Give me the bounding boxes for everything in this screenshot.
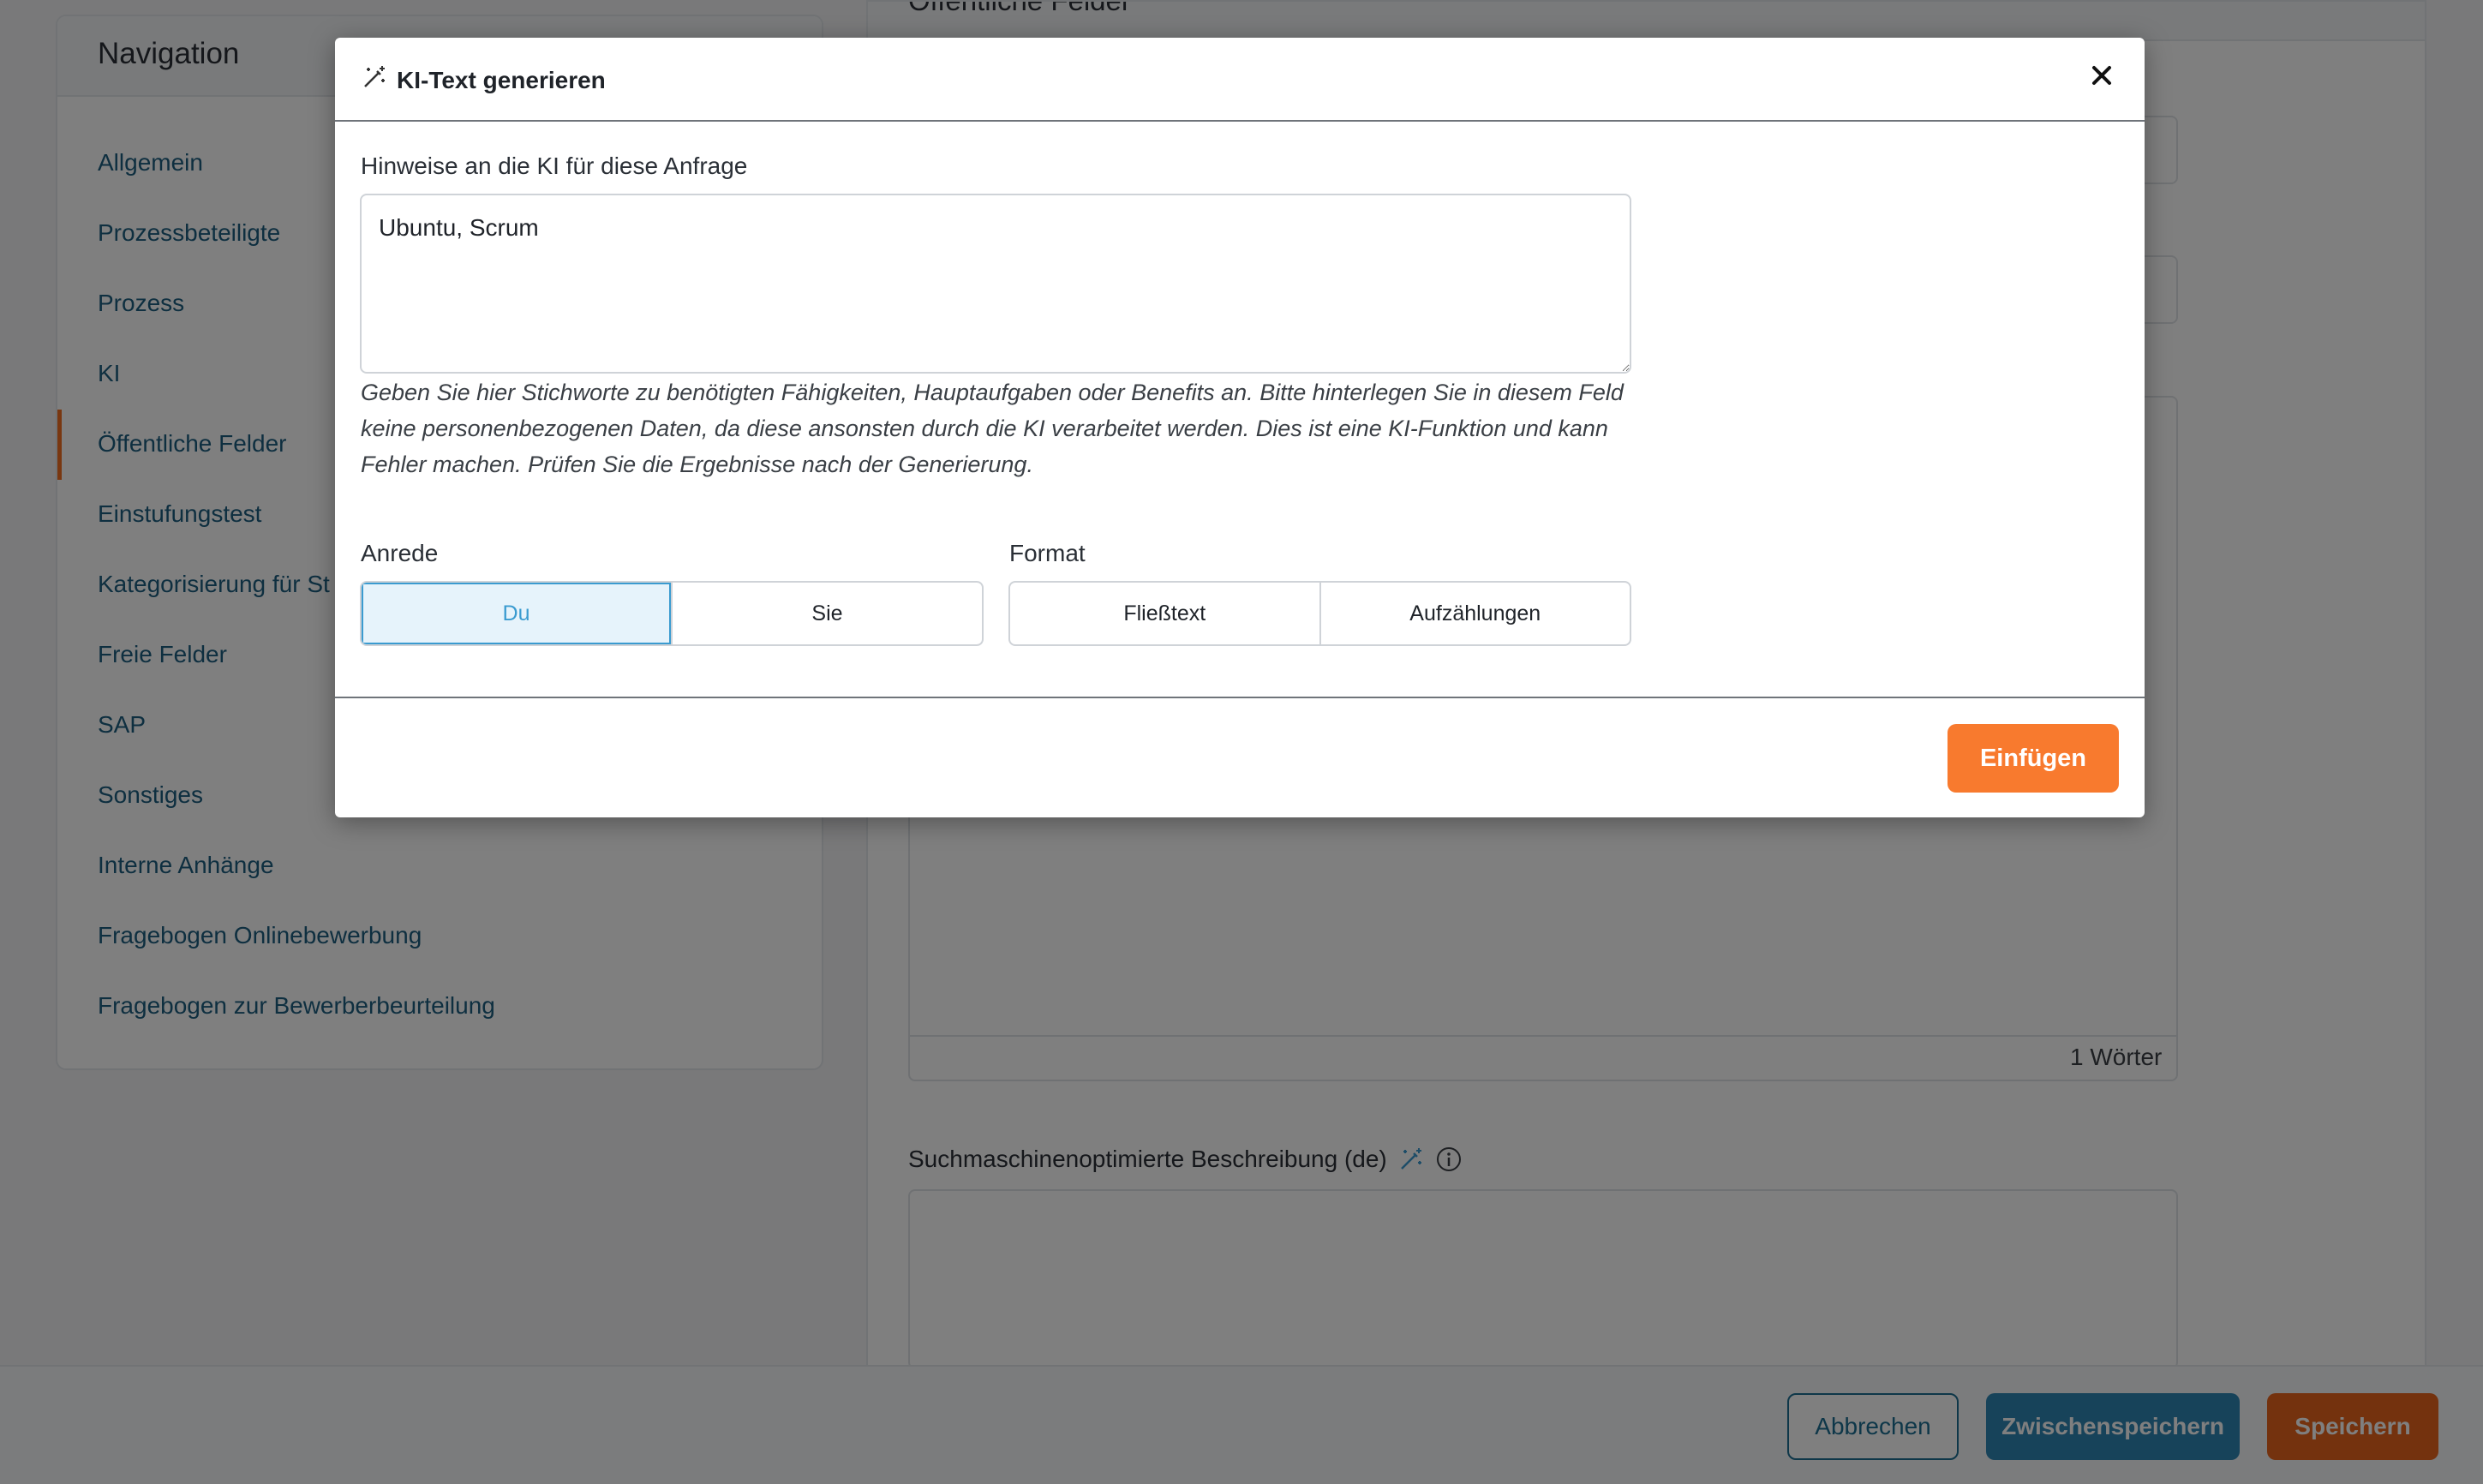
format-option-aufzaehlungen[interactable]: Aufzählungen: [1319, 583, 1630, 644]
salutation-toggle: Du Sie: [360, 581, 984, 646]
modal-title: KI-Text generieren: [361, 63, 606, 97]
salutation-option-du[interactable]: Du: [362, 583, 671, 644]
insert-button[interactable]: Einfügen: [1948, 724, 2119, 793]
ai-text-modal: KI-Text generieren Hinweise an die KI fü…: [335, 38, 2145, 817]
close-icon[interactable]: [2085, 58, 2119, 93]
salutation-label: Anrede: [361, 540, 439, 566]
format-label: Format: [1009, 540, 1086, 566]
format-toggle: Fließtext Aufzählungen: [1008, 581, 1631, 646]
magic-wand-icon: [361, 63, 388, 97]
modal-header: KI-Text generieren: [335, 38, 2145, 122]
salutation-option-sie[interactable]: Sie: [671, 583, 982, 644]
modal-footer-divider: [335, 697, 2145, 698]
modal-title-text: KI-Text generieren: [397, 66, 606, 93]
hint-label: Hinweise an die KI für diese Anfrage: [361, 153, 748, 179]
hint-help-text: Geben Sie hier Stichworte zu benötigten …: [361, 380, 1624, 477]
hint-textarea[interactable]: Ubuntu, Scrum: [360, 194, 1631, 374]
format-option-fliesstext[interactable]: Fließtext: [1010, 583, 1319, 644]
